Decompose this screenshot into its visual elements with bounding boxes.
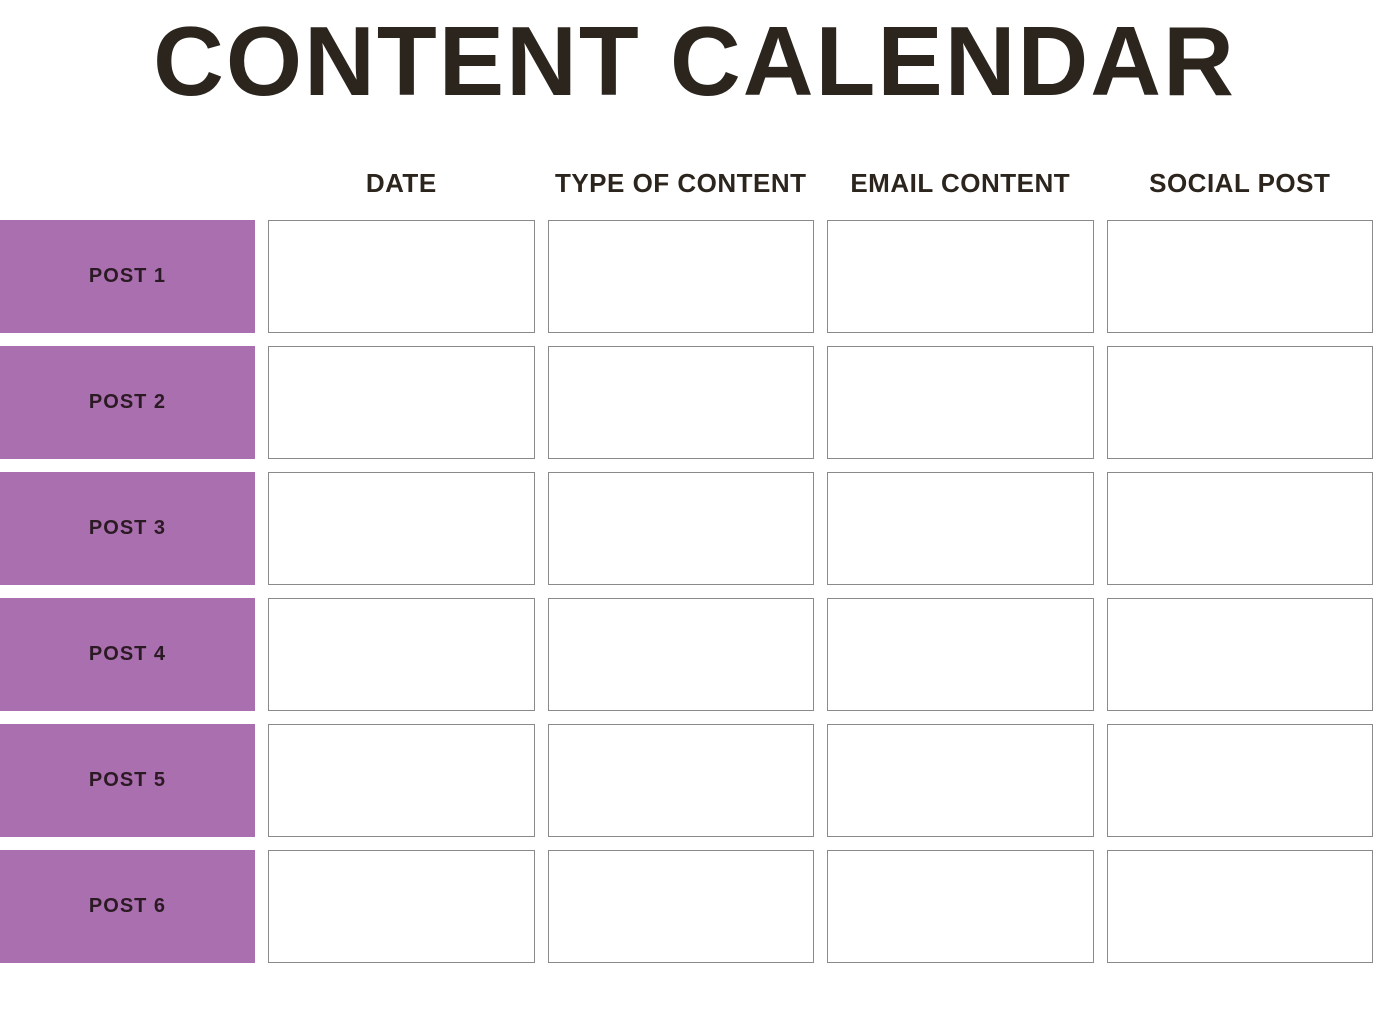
cell-email[interactable]: [827, 220, 1094, 333]
column-header-type: TYPE OF CONTENT: [548, 168, 815, 207]
cell-type[interactable]: [548, 220, 815, 333]
cell-date[interactable]: [268, 598, 535, 711]
cell-date[interactable]: [268, 472, 535, 585]
cell-social[interactable]: [1107, 724, 1374, 837]
cell-type[interactable]: [548, 472, 815, 585]
cell-type[interactable]: [548, 598, 815, 711]
cell-social[interactable]: [1107, 346, 1374, 459]
row-label: POST 6: [0, 850, 255, 963]
row-label: POST 2: [0, 346, 255, 459]
header-spacer: [10, 168, 255, 207]
cell-date[interactable]: [268, 850, 535, 963]
cell-date[interactable]: [268, 220, 535, 333]
content-calendar-page: CONTENT CALENDAR DATE TYPE OF CONTENT EM…: [0, 0, 1389, 963]
row-label: POST 4: [0, 598, 255, 711]
cell-email[interactable]: [827, 472, 1094, 585]
cell-social[interactable]: [1107, 220, 1374, 333]
cell-type[interactable]: [548, 346, 815, 459]
cell-email[interactable]: [827, 598, 1094, 711]
cell-social[interactable]: [1107, 850, 1374, 963]
cell-type[interactable]: [548, 850, 815, 963]
cell-date[interactable]: [268, 724, 535, 837]
row-label: POST 1: [0, 220, 255, 333]
cell-social[interactable]: [1107, 598, 1374, 711]
cell-date[interactable]: [268, 346, 535, 459]
cell-email[interactable]: [827, 724, 1094, 837]
cell-email[interactable]: [827, 346, 1094, 459]
row-label: POST 3: [0, 472, 255, 585]
cell-social[interactable]: [1107, 472, 1374, 585]
calendar-grid: DATE TYPE OF CONTENT EMAIL CONTENT SOCIA…: [10, 168, 1379, 963]
page-title: CONTENT CALENDAR: [10, 5, 1379, 118]
cell-email[interactable]: [827, 850, 1094, 963]
row-label: POST 5: [0, 724, 255, 837]
cell-type[interactable]: [548, 724, 815, 837]
column-header-email: EMAIL CONTENT: [827, 168, 1094, 207]
column-header-social: SOCIAL POST: [1107, 168, 1374, 207]
column-header-date: DATE: [268, 168, 535, 207]
